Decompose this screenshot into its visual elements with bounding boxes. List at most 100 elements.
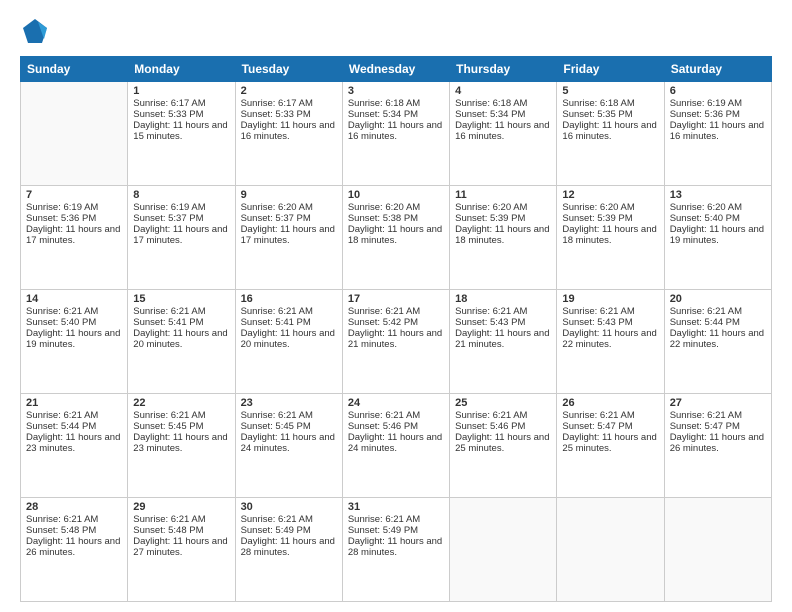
day-number: 4: [455, 85, 551, 97]
sunset-text: Sunset: 5:46 PM: [455, 421, 551, 432]
day-number: 3: [348, 85, 444, 97]
sunset-text: Sunset: 5:49 PM: [348, 525, 444, 536]
day-number: 27: [670, 397, 766, 409]
calendar-cell: 26Sunrise: 6:21 AMSunset: 5:47 PMDayligh…: [557, 394, 664, 498]
sunset-text: Sunset: 5:47 PM: [670, 421, 766, 432]
sunset-text: Sunset: 5:35 PM: [562, 109, 658, 120]
day-number: 29: [133, 501, 229, 513]
sunrise-text: Sunrise: 6:21 AM: [562, 410, 658, 421]
sunrise-text: Sunrise: 6:17 AM: [133, 98, 229, 109]
sunset-text: Sunset: 5:44 PM: [670, 317, 766, 328]
calendar: SundayMondayTuesdayWednesdayThursdayFrid…: [20, 56, 772, 602]
sunrise-text: Sunrise: 6:19 AM: [26, 202, 122, 213]
day-number: 31: [348, 501, 444, 513]
calendar-week-row: 28Sunrise: 6:21 AMSunset: 5:48 PMDayligh…: [21, 498, 772, 602]
sunrise-text: Sunrise: 6:20 AM: [562, 202, 658, 213]
sunset-text: Sunset: 5:34 PM: [348, 109, 444, 120]
day-number: 21: [26, 397, 122, 409]
sunrise-text: Sunrise: 6:20 AM: [455, 202, 551, 213]
day-number: 18: [455, 293, 551, 305]
calendar-cell: 11Sunrise: 6:20 AMSunset: 5:39 PMDayligh…: [450, 186, 557, 290]
sunset-text: Sunset: 5:43 PM: [562, 317, 658, 328]
calendar-cell: 3Sunrise: 6:18 AMSunset: 5:34 PMDaylight…: [342, 82, 449, 186]
sunrise-text: Sunrise: 6:19 AM: [133, 202, 229, 213]
calendar-week-row: 7Sunrise: 6:19 AMSunset: 5:36 PMDaylight…: [21, 186, 772, 290]
sunrise-text: Sunrise: 6:21 AM: [133, 410, 229, 421]
daylight-text: Daylight: 11 hours and 23 minutes.: [26, 432, 122, 454]
calendar-cell: 7Sunrise: 6:19 AMSunset: 5:36 PMDaylight…: [21, 186, 128, 290]
sunrise-text: Sunrise: 6:21 AM: [348, 514, 444, 525]
calendar-cell: 5Sunrise: 6:18 AMSunset: 5:35 PMDaylight…: [557, 82, 664, 186]
day-of-week-header: Thursday: [450, 57, 557, 82]
daylight-text: Daylight: 11 hours and 20 minutes.: [241, 328, 337, 350]
daylight-text: Daylight: 11 hours and 21 minutes.: [348, 328, 444, 350]
day-number: 24: [348, 397, 444, 409]
header: [20, 16, 772, 46]
sunrise-text: Sunrise: 6:21 AM: [670, 306, 766, 317]
daylight-text: Daylight: 11 hours and 24 minutes.: [348, 432, 444, 454]
daylight-text: Daylight: 11 hours and 17 minutes.: [133, 224, 229, 246]
daylight-text: Daylight: 11 hours and 20 minutes.: [133, 328, 229, 350]
calendar-cell: 21Sunrise: 6:21 AMSunset: 5:44 PMDayligh…: [21, 394, 128, 498]
sunset-text: Sunset: 5:47 PM: [562, 421, 658, 432]
sunset-text: Sunset: 5:48 PM: [26, 525, 122, 536]
calendar-cell: 22Sunrise: 6:21 AMSunset: 5:45 PMDayligh…: [128, 394, 235, 498]
sunrise-text: Sunrise: 6:21 AM: [133, 514, 229, 525]
day-number: 26: [562, 397, 658, 409]
calendar-cell: 2Sunrise: 6:17 AMSunset: 5:33 PMDaylight…: [235, 82, 342, 186]
sunrise-text: Sunrise: 6:21 AM: [26, 410, 122, 421]
calendar-cell: [557, 498, 664, 602]
calendar-cell: 27Sunrise: 6:21 AMSunset: 5:47 PMDayligh…: [664, 394, 771, 498]
day-of-week-header: Friday: [557, 57, 664, 82]
day-number: 15: [133, 293, 229, 305]
calendar-cell: 1Sunrise: 6:17 AMSunset: 5:33 PMDaylight…: [128, 82, 235, 186]
calendar-cell: 28Sunrise: 6:21 AMSunset: 5:48 PMDayligh…: [21, 498, 128, 602]
day-number: 12: [562, 189, 658, 201]
sunrise-text: Sunrise: 6:21 AM: [562, 306, 658, 317]
sunrise-text: Sunrise: 6:21 AM: [670, 410, 766, 421]
daylight-text: Daylight: 11 hours and 19 minutes.: [26, 328, 122, 350]
daylight-text: Daylight: 11 hours and 28 minutes.: [348, 536, 444, 558]
daylight-text: Daylight: 11 hours and 26 minutes.: [26, 536, 122, 558]
day-number: 1: [133, 85, 229, 97]
daylight-text: Daylight: 11 hours and 16 minutes.: [348, 120, 444, 142]
calendar-cell: 24Sunrise: 6:21 AMSunset: 5:46 PMDayligh…: [342, 394, 449, 498]
day-of-week-header: Sunday: [21, 57, 128, 82]
sunset-text: Sunset: 5:41 PM: [241, 317, 337, 328]
calendar-week-row: 1Sunrise: 6:17 AMSunset: 5:33 PMDaylight…: [21, 82, 772, 186]
daylight-text: Daylight: 11 hours and 21 minutes.: [455, 328, 551, 350]
sunrise-text: Sunrise: 6:20 AM: [348, 202, 444, 213]
day-number: 6: [670, 85, 766, 97]
sunset-text: Sunset: 5:44 PM: [26, 421, 122, 432]
page: SundayMondayTuesdayWednesdayThursdayFrid…: [0, 0, 792, 612]
daylight-text: Daylight: 11 hours and 16 minutes.: [241, 120, 337, 142]
day-number: 13: [670, 189, 766, 201]
day-number: 9: [241, 189, 337, 201]
sunrise-text: Sunrise: 6:18 AM: [455, 98, 551, 109]
calendar-cell: 30Sunrise: 6:21 AMSunset: 5:49 PMDayligh…: [235, 498, 342, 602]
day-number: 7: [26, 189, 122, 201]
sunset-text: Sunset: 5:48 PM: [133, 525, 229, 536]
sunrise-text: Sunrise: 6:21 AM: [348, 306, 444, 317]
sunset-text: Sunset: 5:49 PM: [241, 525, 337, 536]
day-number: 17: [348, 293, 444, 305]
logo: [20, 16, 54, 46]
sunset-text: Sunset: 5:33 PM: [133, 109, 229, 120]
calendar-cell: 19Sunrise: 6:21 AMSunset: 5:43 PMDayligh…: [557, 290, 664, 394]
daylight-text: Daylight: 11 hours and 18 minutes.: [455, 224, 551, 246]
daylight-text: Daylight: 11 hours and 17 minutes.: [241, 224, 337, 246]
calendar-cell: 14Sunrise: 6:21 AMSunset: 5:40 PMDayligh…: [21, 290, 128, 394]
day-of-week-header: Monday: [128, 57, 235, 82]
sunset-text: Sunset: 5:41 PM: [133, 317, 229, 328]
calendar-cell: 13Sunrise: 6:20 AMSunset: 5:40 PMDayligh…: [664, 186, 771, 290]
sunrise-text: Sunrise: 6:19 AM: [670, 98, 766, 109]
sunrise-text: Sunrise: 6:20 AM: [241, 202, 337, 213]
sunset-text: Sunset: 5:45 PM: [241, 421, 337, 432]
daylight-text: Daylight: 11 hours and 17 minutes.: [26, 224, 122, 246]
sunrise-text: Sunrise: 6:18 AM: [348, 98, 444, 109]
sunrise-text: Sunrise: 6:17 AM: [241, 98, 337, 109]
calendar-cell: 16Sunrise: 6:21 AMSunset: 5:41 PMDayligh…: [235, 290, 342, 394]
calendar-cell: [21, 82, 128, 186]
calendar-cell: 31Sunrise: 6:21 AMSunset: 5:49 PMDayligh…: [342, 498, 449, 602]
calendar-cell: 18Sunrise: 6:21 AMSunset: 5:43 PMDayligh…: [450, 290, 557, 394]
